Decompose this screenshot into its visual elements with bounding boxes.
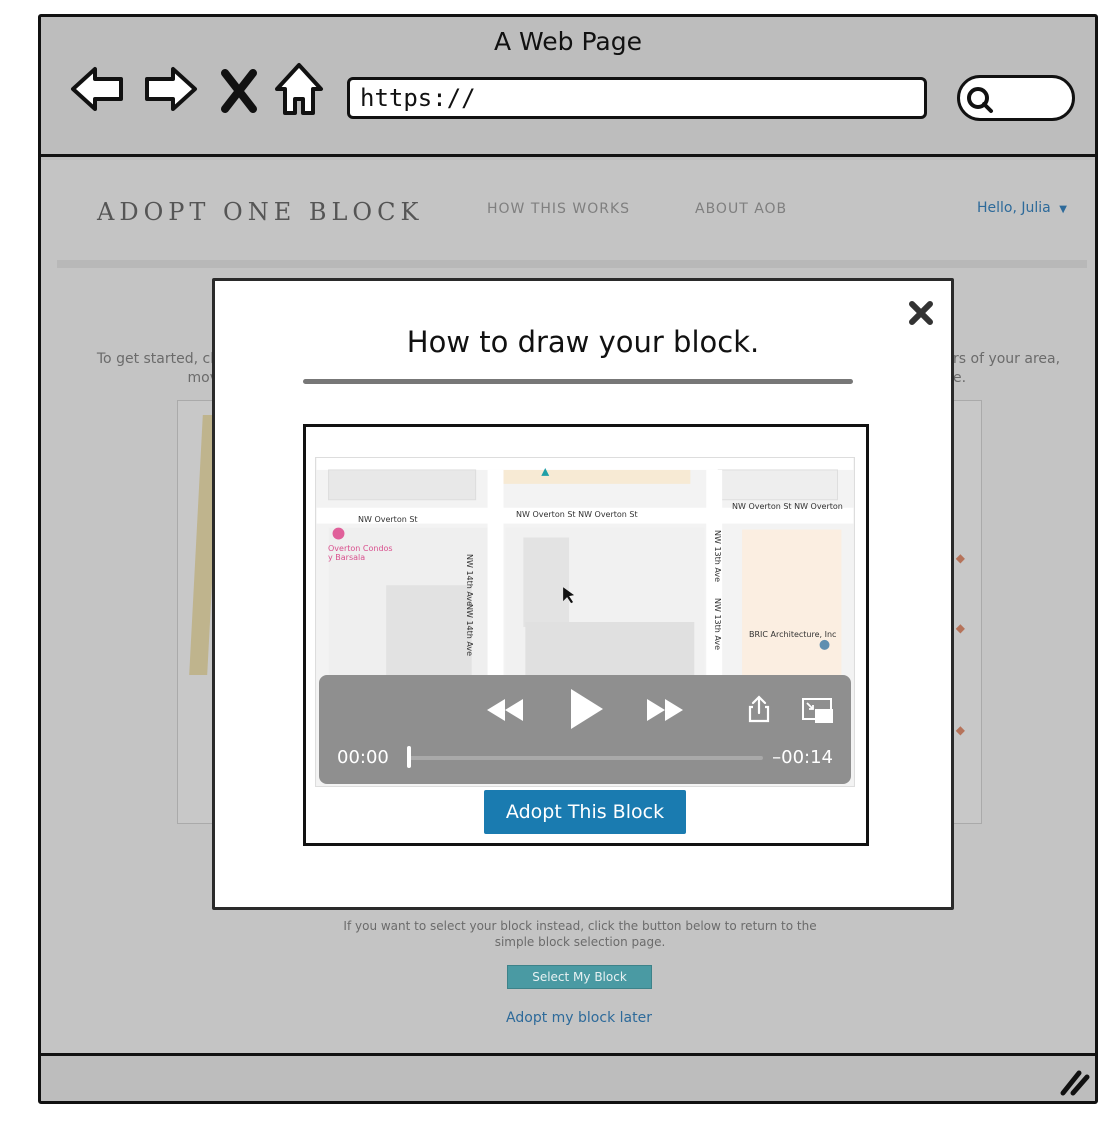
- url-input[interactable]: https://: [347, 77, 927, 119]
- time-elapsed: 00:00: [337, 747, 389, 768]
- map-avenue-label: NW 13th Ave: [713, 598, 722, 651]
- scrubber-handle[interactable]: [407, 746, 411, 768]
- forward-icon[interactable]: [141, 59, 201, 119]
- header-divider: [57, 260, 1087, 268]
- resize-icon[interactable]: [1057, 1067, 1091, 1097]
- play-icon[interactable]: [567, 687, 607, 731]
- map-avenue-label: NW 14th Ave: [465, 554, 474, 607]
- stop-icon[interactable]: [213, 59, 265, 119]
- map-poi-line: Overton Condos: [328, 544, 393, 553]
- search-icon: [967, 87, 993, 113]
- select-my-block-button[interactable]: Select My Block: [507, 965, 652, 989]
- brand-logo[interactable]: ADOPT ONE BLOCK: [97, 198, 423, 226]
- caret-down-icon: ▼: [1059, 204, 1067, 215]
- picture-in-picture-icon[interactable]: [801, 697, 835, 725]
- user-greeting: Hello, Julia: [977, 200, 1051, 216]
- intro-text-left: To get started, cli mov: [93, 350, 218, 388]
- map-poi-label: BRIC Architecture, Inc: [749, 630, 837, 639]
- intro-line: e.: [953, 370, 967, 386]
- window-title: A Web Page: [493, 27, 643, 56]
- map-poi-line: y Barsala: [328, 553, 366, 562]
- close-icon[interactable]: [907, 299, 935, 327]
- map-street-label: NW Overton St NW Overton St: [516, 510, 638, 519]
- intro-line: To get started, cli: [96, 351, 218, 367]
- intro-line: mov: [187, 370, 219, 386]
- share-icon[interactable]: [747, 695, 771, 723]
- back-icon[interactable]: [67, 59, 127, 119]
- map-avenue-label: NW 14th Ave: [465, 604, 474, 657]
- map-marker-icon: ◆: [955, 621, 965, 635]
- video-controls: 00:00 –00:14: [319, 675, 851, 784]
- home-icon[interactable]: [269, 59, 329, 119]
- video-container: NW Overton St NW Overton St NW Overton S…: [303, 424, 869, 846]
- modal-divider: [303, 379, 853, 384]
- map-avenue-label: NW 13th Ave: [713, 530, 722, 583]
- nav-about-aob[interactable]: ABOUT AOB: [695, 201, 787, 217]
- browser-toolbar: A Web Page https://: [41, 17, 1095, 157]
- status-bar: [41, 1056, 1095, 1101]
- video-modal: How to draw your block. NW Overton St NW…: [212, 278, 954, 910]
- map-marker-icon: ◆: [955, 551, 965, 565]
- modal-title: How to draw your block.: [406, 325, 760, 359]
- rewind-icon[interactable]: [485, 695, 525, 725]
- user-menu[interactable]: Hello, Julia ▼: [977, 200, 1067, 216]
- map-street-label: NW Overton St: [358, 515, 418, 524]
- map-poi-label: Overton Condos y Barsala: [328, 544, 393, 562]
- map-street-label: NW Overton St NW Overton: [732, 502, 843, 511]
- fast-forward-icon[interactable]: [645, 695, 685, 725]
- nav-how-this-works[interactable]: HOW THIS WORKS: [487, 201, 630, 217]
- select-block-instructions: If you want to select your block instead…: [343, 919, 817, 949]
- time-remaining: –00:14: [772, 747, 833, 768]
- adopt-later-link[interactable]: Adopt my block later: [41, 1010, 1095, 1026]
- intro-line: rs of your area,: [953, 351, 1061, 367]
- intro-text-right: rs of your area, e.: [953, 350, 1060, 388]
- adopt-this-block-button[interactable]: Adopt This Block: [484, 790, 686, 834]
- map-marker-icon: ◆: [955, 723, 965, 737]
- video-scrubber[interactable]: [409, 756, 763, 760]
- search-field[interactable]: [957, 75, 1075, 121]
- site-header: ADOPT ONE BLOCK HOW THIS WORKS ABOUT AOB…: [41, 160, 1095, 260]
